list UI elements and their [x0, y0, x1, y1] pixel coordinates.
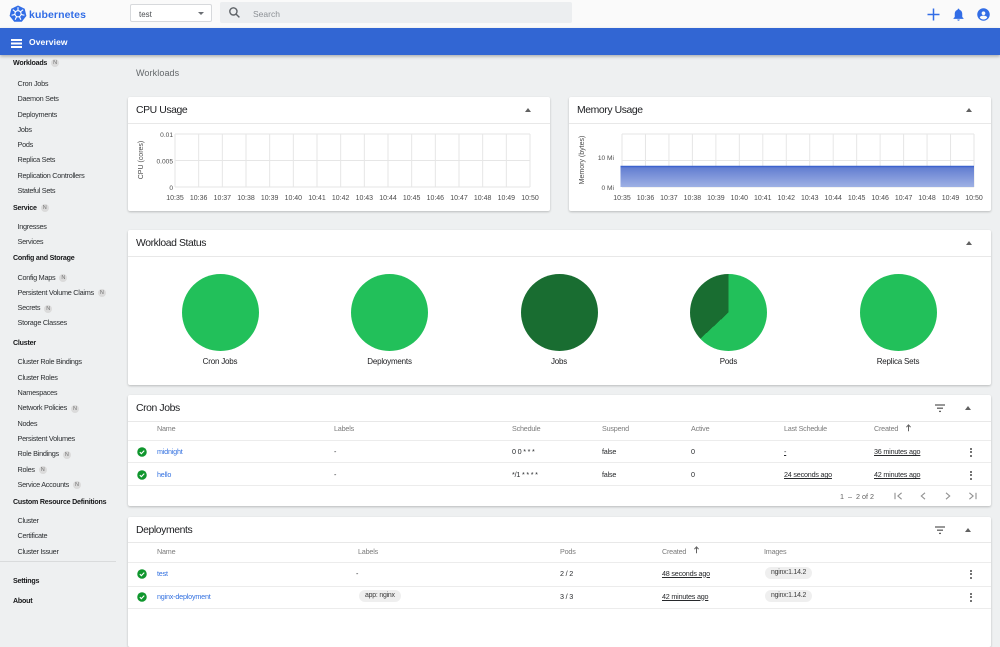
svg-text:10:44: 10:44	[379, 195, 397, 202]
svg-text:0.01: 0.01	[160, 132, 173, 139]
svg-text:10:46: 10:46	[871, 195, 889, 202]
svg-text:10:39: 10:39	[261, 195, 279, 202]
svg-text:10:47: 10:47	[450, 195, 468, 202]
svg-text:10:45: 10:45	[403, 195, 421, 202]
svg-text:0.005: 0.005	[156, 159, 173, 166]
svg-text:10:42: 10:42	[778, 195, 796, 202]
svg-text:0 Mi: 0 Mi	[602, 185, 615, 192]
svg-text:10:47: 10:47	[895, 195, 913, 202]
svg-text:10:38: 10:38	[684, 195, 702, 202]
svg-text:CPU (cores): CPU (cores)	[138, 141, 145, 180]
svg-text:10:35: 10:35	[613, 195, 631, 202]
svg-text:10:36: 10:36	[190, 195, 208, 202]
svg-text:10:49: 10:49	[498, 195, 516, 202]
svg-text:0: 0	[169, 185, 173, 192]
svg-text:10:43: 10:43	[801, 195, 819, 202]
svg-text:10:45: 10:45	[848, 195, 866, 202]
svg-text:10:46: 10:46	[427, 195, 445, 202]
svg-text:10:44: 10:44	[824, 195, 842, 202]
svg-text:Memory (bytes): Memory (bytes)	[579, 136, 586, 185]
svg-text:10:40: 10:40	[731, 195, 749, 202]
svg-text:10:37: 10:37	[660, 195, 678, 202]
svg-text:10:42: 10:42	[332, 195, 350, 202]
svg-text:10:36: 10:36	[637, 195, 655, 202]
svg-text:10:39: 10:39	[707, 195, 725, 202]
svg-text:10 Mi: 10 Mi	[598, 155, 615, 162]
svg-text:10:41: 10:41	[754, 195, 772, 202]
svg-text:10:50: 10:50	[965, 195, 983, 202]
svg-text:10:48: 10:48	[474, 195, 492, 202]
svg-text:10:43: 10:43	[356, 195, 374, 202]
svg-text:10:37: 10:37	[214, 195, 232, 202]
svg-text:10:48: 10:48	[918, 195, 936, 202]
svg-text:10:40: 10:40	[285, 195, 303, 202]
svg-text:10:50: 10:50	[521, 195, 539, 202]
svg-text:10:38: 10:38	[237, 195, 255, 202]
svg-text:10:41: 10:41	[308, 195, 326, 202]
svg-text:10:49: 10:49	[942, 195, 960, 202]
svg-text:10:35: 10:35	[166, 195, 184, 202]
